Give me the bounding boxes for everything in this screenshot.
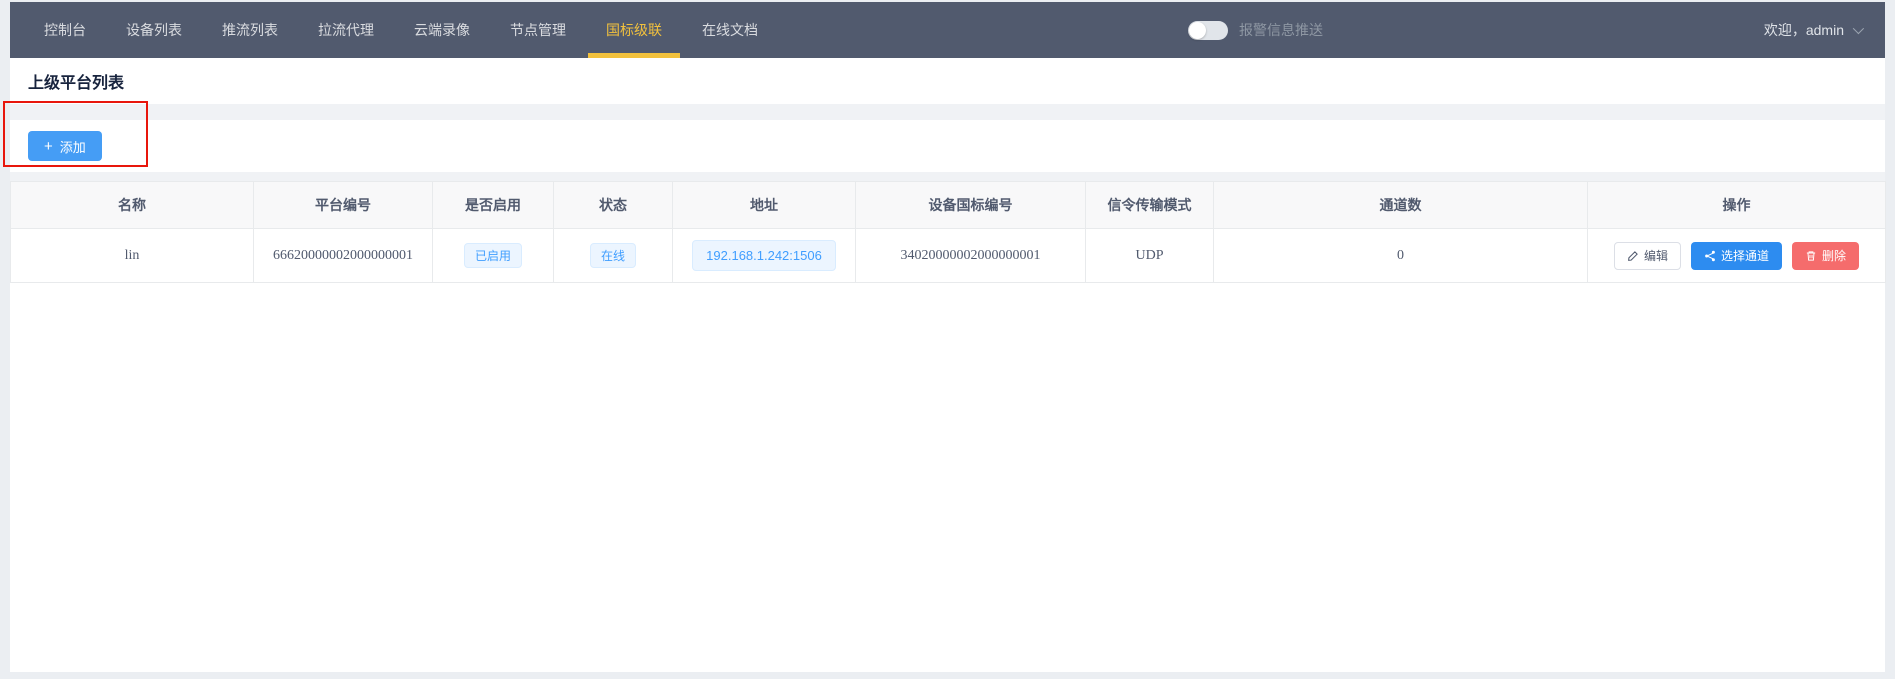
edit-button[interactable]: 编辑	[1614, 242, 1681, 270]
top-navbar: 控制台 设备列表 推流列表 拉流代理 云端录像 节点管理 国标级联 在线文档 报…	[10, 2, 1885, 58]
toggle-knob	[1189, 22, 1206, 39]
main-content: 上级平台列表 + 添加 名称 平台编号 是否启用 状态 地址 设备国标编号 信令…	[10, 58, 1885, 672]
col-header-enabled: 是否启用	[433, 182, 554, 229]
col-header-platform-no: 平台编号	[254, 182, 433, 229]
col-header-channel-count: 通道数	[1214, 182, 1588, 229]
cell-platform-no: 66620000002000000001	[254, 229, 433, 283]
nav-item-online-docs[interactable]: 在线文档	[682, 2, 778, 58]
col-header-transport-mode: 信令传输模式	[1086, 182, 1214, 229]
col-header-address: 地址	[673, 182, 856, 229]
share-icon	[1704, 250, 1716, 262]
status-badge: 在线	[590, 243, 636, 268]
platform-table: 名称 平台编号 是否启用 状态 地址 设备国标编号 信令传输模式 通道数 操作 …	[10, 181, 1886, 283]
cell-address: 192.168.1.242:1506	[673, 229, 856, 283]
cell-channel-count: 0	[1214, 229, 1588, 283]
plus-icon: +	[44, 139, 53, 154]
col-header-gb-device-no: 设备国标编号	[856, 182, 1086, 229]
delete-button-label: 删除	[1822, 247, 1846, 264]
row-actions: 编辑 选择通道	[1588, 242, 1885, 270]
nav-item-device-list[interactable]: 设备列表	[106, 2, 202, 58]
nav-item-pull-proxy[interactable]: 拉流代理	[298, 2, 394, 58]
nav-item-push-list[interactable]: 推流列表	[202, 2, 298, 58]
toolbar: + 添加	[10, 120, 1885, 172]
pencil-icon	[1627, 250, 1639, 262]
cell-transport-mode: UDP	[1086, 229, 1214, 283]
address-badge: 192.168.1.242:1506	[692, 240, 836, 271]
cell-enabled: 已启用	[433, 229, 554, 283]
col-header-status: 状态	[554, 182, 673, 229]
col-header-name: 名称	[11, 182, 254, 229]
divider-band-bottom	[10, 172, 1885, 181]
alarm-push-label: 报警信息推送	[1239, 20, 1323, 40]
page-title: 上级平台列表	[28, 69, 124, 93]
trash-icon	[1805, 250, 1817, 262]
cell-gb-device-no: 34020000002000000001	[856, 229, 1086, 283]
page-title-bar: 上级平台列表	[10, 58, 1885, 104]
select-channel-button[interactable]: 选择通道	[1691, 242, 1782, 270]
add-button-label: 添加	[60, 137, 86, 156]
enabled-badge: 已启用	[464, 243, 522, 268]
alarm-push-toggle[interactable]	[1188, 21, 1228, 40]
select-channel-label: 选择通道	[1721, 247, 1769, 264]
delete-button[interactable]: 删除	[1792, 242, 1859, 270]
nav-item-console[interactable]: 控制台	[24, 2, 106, 58]
alarm-push-group: 报警信息推送	[1188, 2, 1323, 58]
welcome-text: 欢迎，admin	[1764, 20, 1844, 40]
nav-item-gb-cascade[interactable]: 国标级联	[586, 2, 682, 58]
table-row: lin 66620000002000000001 已启用 在线 192.168.…	[11, 229, 1886, 283]
nav-item-cloud-record[interactable]: 云端录像	[394, 2, 490, 58]
cell-name: lin	[11, 229, 254, 283]
divider-band-top	[10, 104, 1885, 120]
edit-button-label: 编辑	[1644, 247, 1668, 264]
table-header-row: 名称 平台编号 是否启用 状态 地址 设备国标编号 信令传输模式 通道数 操作	[11, 182, 1886, 229]
cell-actions: 编辑 选择通道	[1588, 229, 1886, 283]
add-button[interactable]: + 添加	[28, 131, 102, 161]
chevron-down-icon	[1853, 23, 1864, 34]
col-header-actions: 操作	[1588, 182, 1886, 229]
cell-status: 在线	[554, 229, 673, 283]
nav-item-node-manage[interactable]: 节点管理	[490, 2, 586, 58]
user-menu[interactable]: 欢迎，admin	[1764, 2, 1861, 58]
